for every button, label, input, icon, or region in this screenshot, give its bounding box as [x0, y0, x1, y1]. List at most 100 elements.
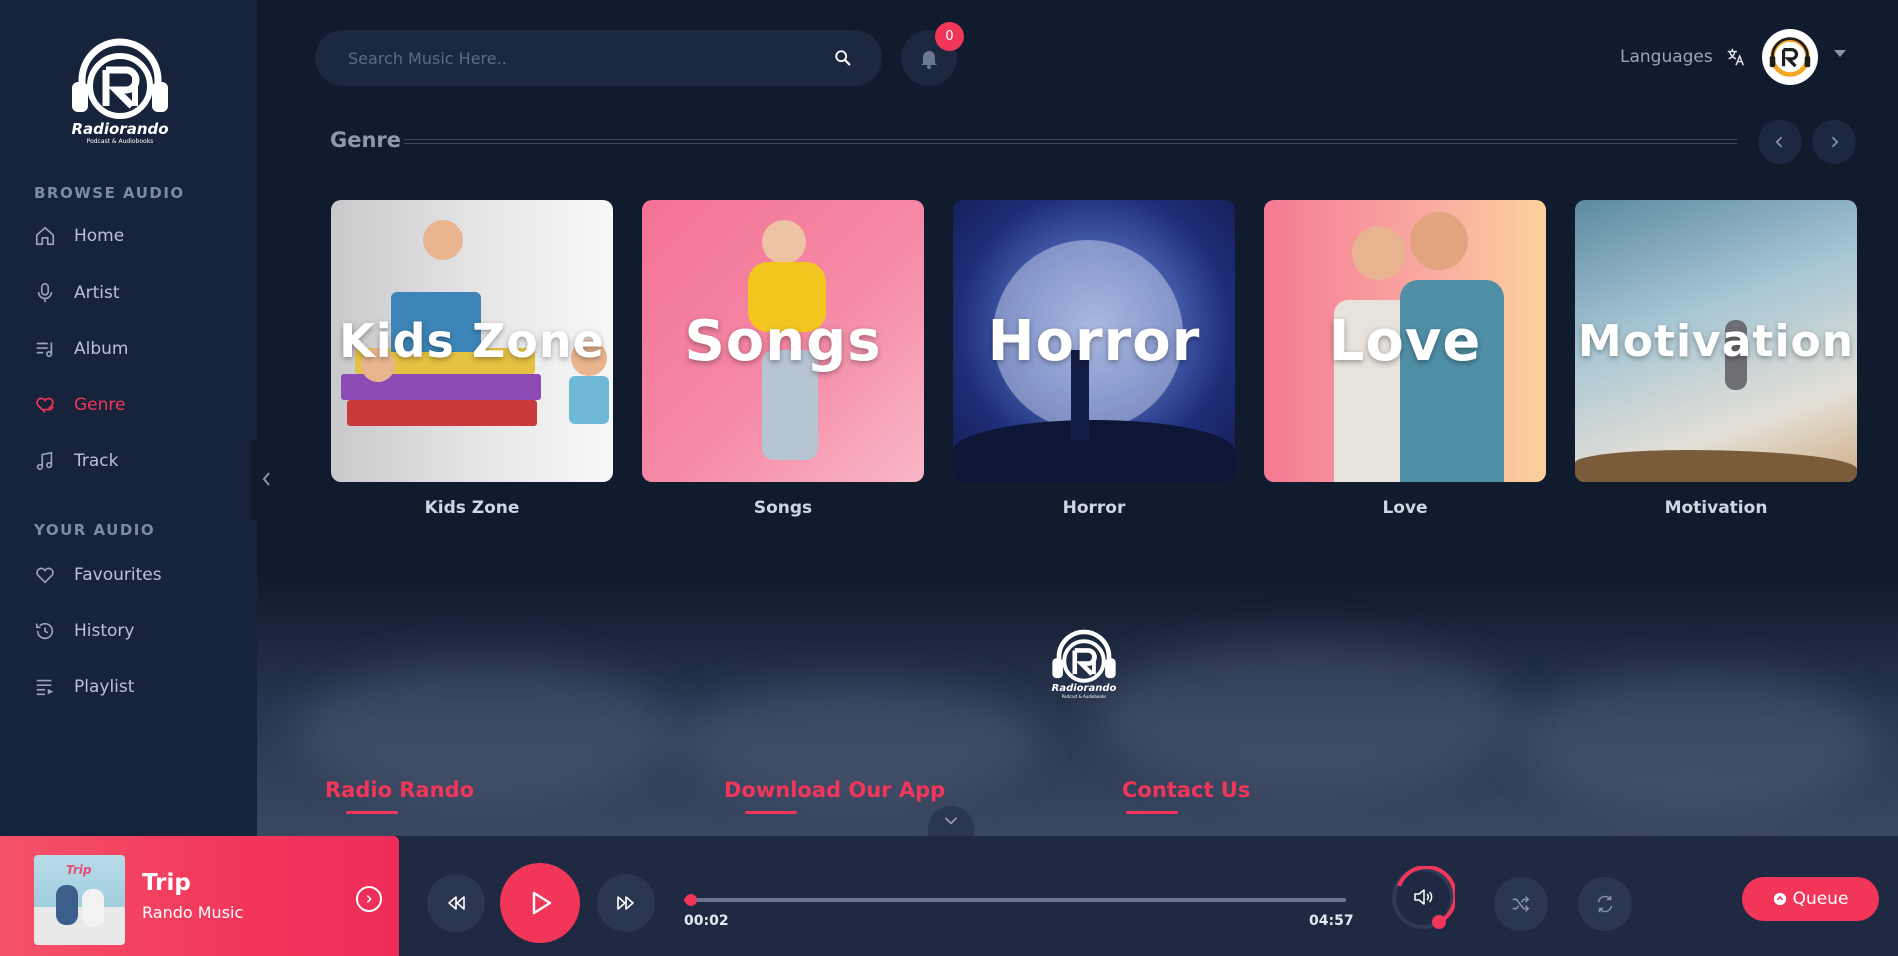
- sidebar-item-playlist[interactable]: Playlist: [34, 676, 134, 698]
- footer-background: [257, 580, 1898, 836]
- genre-card-image: Kids Zone: [331, 200, 613, 482]
- sidebar-collapse-button[interactable]: [258, 466, 276, 492]
- shuffle-icon: [1512, 896, 1530, 912]
- queue-icon: [1773, 892, 1786, 906]
- chevron-left-icon: [1775, 136, 1783, 148]
- couple-figure-image: [1410, 212, 1468, 270]
- footer-heading-contact-us: Contact Us: [1122, 778, 1251, 802]
- track-details-button[interactable]: [356, 886, 382, 912]
- child-figure-image: [423, 220, 463, 260]
- sidebar-item-genre[interactable]: Genre: [34, 394, 125, 416]
- search-input[interactable]: [348, 48, 834, 68]
- bell-icon: [921, 51, 937, 69]
- sidebar-item-label: Home: [74, 226, 125, 246]
- rewind-icon: [448, 896, 465, 910]
- queue-button-label: Queue: [1792, 889, 1849, 909]
- heart-icon: [36, 567, 54, 584]
- cover-figure-image: [56, 885, 78, 925]
- track-cover-art[interactable]: Trip: [34, 855, 125, 945]
- chevron-left-icon: [262, 472, 270, 486]
- microphone-icon: [37, 283, 53, 303]
- cover-title-text: Trip: [66, 863, 92, 877]
- genre-card-caption: Motivation: [1664, 498, 1768, 518]
- couple-figure-image: [1352, 226, 1406, 280]
- track-artist: Rando Music: [142, 903, 244, 922]
- brand-tagline: Podcast & Audiobooks: [86, 138, 154, 145]
- genre-card-overlay-text: Horror: [987, 308, 1201, 374]
- genre-card-caption: Horror: [1062, 498, 1126, 518]
- speaker-icon: [1414, 889, 1433, 905]
- sidebar-item-album[interactable]: Album: [34, 338, 128, 360]
- sidebar-item-label: Favourites: [74, 565, 162, 585]
- repeat-icon: [1597, 895, 1613, 913]
- brand-logo[interactable]: Radiorando Podcast & Audiobooks: [64, 36, 176, 154]
- play-icon: [532, 891, 552, 915]
- sidebar-item-label: Artist: [74, 283, 120, 303]
- genre-card-image: Love: [1264, 200, 1546, 482]
- radiorando-logo-icon: [1052, 629, 1116, 683]
- avatar-logo-icon: [1769, 37, 1811, 77]
- sidebar-item-track[interactable]: Track: [34, 450, 118, 472]
- hill-silhouette-image: [953, 420, 1235, 482]
- volume-control[interactable]: [1391, 864, 1458, 930]
- genre-card-kids-zone[interactable]: Kids Zone Kids Zone: [331, 200, 613, 518]
- carousel-prev-button[interactable]: [1758, 120, 1802, 164]
- progress-bar-handle[interactable]: [684, 894, 697, 906]
- footer-heading-underline: [1126, 811, 1178, 814]
- sidebar-item-history[interactable]: History: [34, 620, 134, 642]
- section-divider: [404, 139, 1737, 144]
- genre-card-image: Songs: [642, 200, 924, 482]
- progress-bar[interactable]: [684, 894, 1346, 906]
- mountain-silhouette-image: [1575, 450, 1857, 482]
- browse-audio-title: BROWSE AUDIO: [34, 184, 185, 202]
- genre-card-overlay-text: Love: [1328, 308, 1482, 374]
- genre-card-horror[interactable]: Horror Horror: [953, 200, 1235, 518]
- sidebar-item-home[interactable]: Home: [34, 225, 124, 247]
- fog-cloud-image: [1517, 670, 1877, 810]
- user-avatar[interactable]: [1762, 29, 1818, 85]
- dancer-figure-image: [762, 220, 806, 264]
- genre-card-caption: Songs: [753, 498, 813, 518]
- sidebar-item-label: Album: [74, 339, 129, 359]
- brand-name: Radiorando: [71, 120, 169, 138]
- chevron-right-icon: [366, 895, 372, 903]
- genre-card-overlay-text: Motivation: [1577, 315, 1855, 367]
- album-list-icon: [36, 342, 53, 358]
- genre-section-title: Genre: [330, 128, 402, 152]
- genre-card-caption: Kids Zone: [424, 498, 520, 518]
- queue-button[interactable]: Queue: [1742, 877, 1879, 921]
- languages-label: Languages: [1620, 47, 1713, 67]
- track-duration: 04:57: [1309, 913, 1354, 929]
- genre-card-image: Motivation: [1575, 200, 1857, 482]
- sidebar-item-artist[interactable]: Artist: [34, 282, 120, 304]
- shuffle-button[interactable]: [1494, 877, 1548, 931]
- translate-icon: [1727, 48, 1744, 66]
- genre-card-motivation[interactable]: Motivation Motivation: [1575, 200, 1857, 518]
- carousel-next-button[interactable]: [1812, 120, 1856, 164]
- search-icon[interactable]: [834, 49, 852, 67]
- brand-name: Radiorando: [1051, 683, 1117, 694]
- play-button[interactable]: [500, 863, 580, 943]
- search-bar: [315, 30, 882, 86]
- avatar-dropdown-caret[interactable]: [1834, 50, 1846, 57]
- footer-heading-download-app: Download Our App: [724, 778, 946, 802]
- book-stack-image: [347, 400, 537, 426]
- sidebar-item-favourites[interactable]: Favourites: [34, 564, 162, 586]
- radiorando-logo-icon: [72, 38, 168, 119]
- footer-brand-logo[interactable]: Radiorando Podcast & Audiobooks: [1048, 628, 1120, 704]
- sidebar-item-label: Track: [74, 451, 119, 471]
- genre-card-love[interactable]: Love Love: [1264, 200, 1546, 518]
- genre-card-songs[interactable]: Songs Songs: [642, 200, 924, 518]
- fast-forward-button[interactable]: [597, 874, 655, 932]
- fog-cloud-image: [1097, 640, 1517, 790]
- heart-hand-icon: [36, 397, 54, 413]
- rewind-button[interactable]: [427, 874, 485, 932]
- genre-card-caption: Love: [1382, 498, 1428, 518]
- repeat-button[interactable]: [1578, 877, 1632, 931]
- brand-tagline: Podcast & Audiobooks: [1061, 694, 1107, 699]
- cover-ground-image: [34, 907, 125, 945]
- genre-card-overlay-text: Kids Zone: [339, 314, 605, 368]
- languages-button[interactable]: Languages: [1620, 46, 1747, 68]
- sidebar-item-label: Playlist: [74, 677, 135, 697]
- footer-heading-underline: [346, 811, 398, 814]
